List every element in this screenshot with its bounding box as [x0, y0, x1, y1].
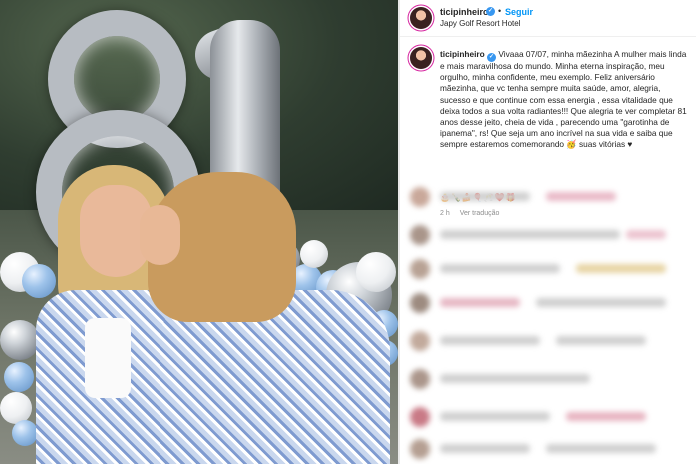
- comment-text-blur: [440, 336, 540, 345]
- instagram-post-panel: ticipinheiro ✓ • Seguir Japy Golf Resort…: [400, 0, 696, 464]
- comment-avatar: [410, 331, 430, 351]
- comment-text-blur: [440, 374, 590, 383]
- balloon: [0, 320, 40, 360]
- comment-text-blur: [536, 298, 666, 307]
- post-photo: [0, 0, 398, 464]
- comment-row: [406, 406, 690, 428]
- post-location[interactable]: Japy Golf Resort Hotel: [440, 19, 520, 28]
- comment-avatar: [410, 187, 430, 207]
- follow-button[interactable]: Seguir: [505, 7, 533, 17]
- daughter-face: [140, 205, 180, 265]
- separator-dot: •: [498, 6, 502, 16]
- post-caption: ticipinheiro ✓ Vivaaa 07/07, minha mãezi…: [440, 49, 690, 151]
- caption-username[interactable]: ticipinheiro: [440, 49, 485, 59]
- comment-text-blur: [556, 336, 646, 345]
- avatar-icon[interactable]: [410, 7, 432, 29]
- comment-text-blur: [440, 264, 560, 273]
- balloon: [4, 362, 34, 392]
- comment-row: [406, 438, 690, 460]
- comment-text-blur: [440, 298, 520, 307]
- comment-avatar: [410, 369, 430, 389]
- post-username[interactable]: ticipinheiro: [440, 7, 489, 17]
- comments-list-blurred: [400, 180, 696, 464]
- comment-avatar: [410, 439, 430, 459]
- comment-avatar: [410, 259, 430, 279]
- balloon: [12, 420, 38, 446]
- comment-row: [406, 258, 690, 280]
- comment-text-blur: [566, 412, 646, 421]
- post-header: ticipinheiro ✓ • Seguir Japy Golf Resort…: [400, 0, 696, 37]
- comment-row: [406, 330, 690, 352]
- comment-text-blur: [546, 192, 616, 201]
- comment-text-blur: [440, 230, 620, 239]
- balloon: [22, 264, 56, 298]
- caption-verified-icon: ✓: [487, 53, 497, 62]
- comment-avatar: [410, 225, 430, 245]
- caption-text: Vivaaa 07/07, minha mãezinha A mulher ma…: [440, 49, 687, 150]
- avatar-icon[interactable]: [410, 47, 432, 69]
- comment-row: [406, 186, 690, 208]
- verified-icon: ✓: [486, 7, 495, 16]
- comment-text-blur: [440, 412, 550, 421]
- balloon: [356, 252, 396, 292]
- comment-row: [406, 292, 690, 314]
- comment-text-blur: [440, 444, 530, 453]
- comment-text-blur: [546, 444, 656, 453]
- comment-row: [406, 368, 690, 390]
- comment-row: [406, 224, 690, 246]
- comment-text-blur: [626, 230, 666, 239]
- balloon: [300, 240, 328, 268]
- comment-text-blur: [576, 264, 666, 273]
- comment-avatar: [410, 407, 430, 427]
- comment-avatar: [410, 293, 430, 313]
- comment-text-blur: [440, 192, 530, 201]
- mother-shirt: [85, 318, 131, 398]
